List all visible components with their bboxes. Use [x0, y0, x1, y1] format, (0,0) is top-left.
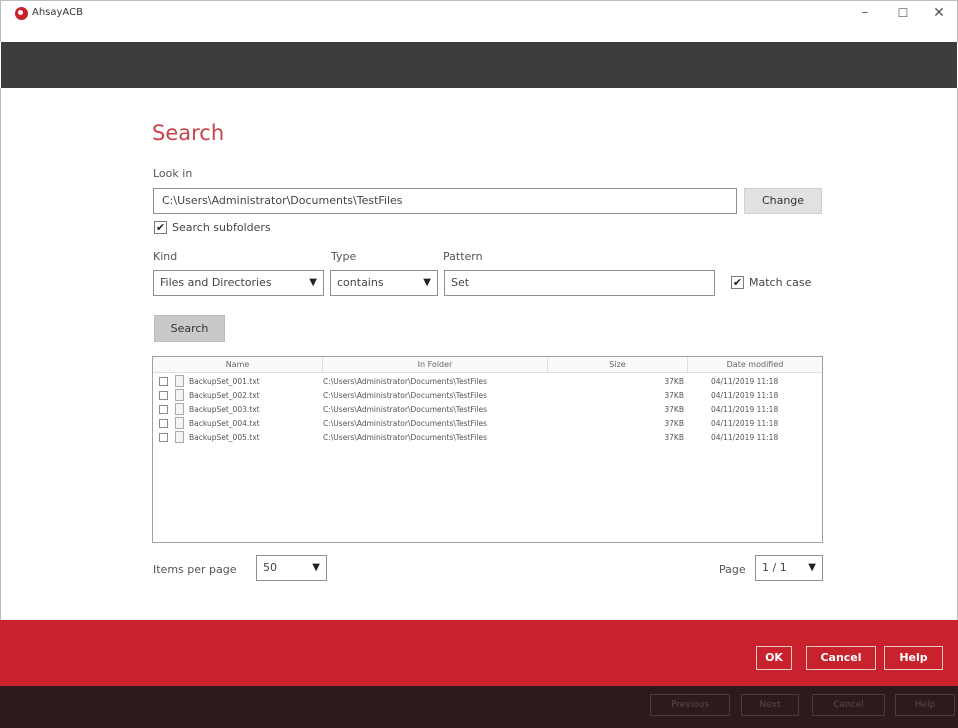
chevron-down-icon: ▼ — [423, 277, 431, 288]
table-row[interactable]: BackupSet_004.txt C:\Users\Administrator… — [153, 417, 822, 431]
items-per-page-label: Items per page — [153, 563, 237, 576]
type-select[interactable]: contains ▼ — [330, 270, 438, 296]
row-folder: C:\Users\Administrator\Documents\TestFil… — [323, 391, 487, 400]
row-name: BackupSet_002.txt — [189, 391, 260, 400]
row-date: 04/11/2019 11:18 — [711, 377, 779, 386]
search-subfolders-label: Search subfolders — [172, 221, 271, 234]
page-select-value: 1 / 1 — [762, 561, 787, 574]
row-size: 37KB — [664, 433, 684, 442]
file-icon — [175, 375, 184, 387]
kind-label: Kind — [153, 250, 178, 263]
file-icon — [175, 431, 184, 443]
chevron-down-icon: ▼ — [808, 562, 816, 573]
pattern-label: Pattern — [443, 250, 483, 263]
row-name: BackupSet_003.txt — [189, 405, 260, 414]
background-help-button-disabled: Help — [895, 694, 955, 716]
column-header-folder[interactable]: In Folder — [323, 357, 548, 373]
row-size: 37KB — [664, 391, 684, 400]
ok-button[interactable]: OK — [756, 646, 792, 670]
results-table: Name In Folder Size Date modified Backup… — [152, 356, 823, 543]
minimize-button[interactable]: – — [850, 3, 880, 23]
pattern-input[interactable]: Set — [444, 270, 715, 296]
items-per-page-value: 50 — [263, 561, 277, 574]
search-button[interactable]: Search — [154, 315, 225, 342]
row-date: 04/11/2019 11:18 — [711, 391, 779, 400]
look-in-label: Look in — [153, 167, 193, 180]
change-button[interactable]: Change — [744, 188, 822, 214]
row-folder: C:\Users\Administrator\Documents\TestFil… — [323, 433, 487, 442]
row-name: BackupSet_005.txt — [189, 433, 260, 442]
search-dialog: Search Look in C:\Users\Administrator\Do… — [0, 88, 958, 620]
row-date: 04/11/2019 11:18 — [711, 433, 779, 442]
table-row[interactable]: BackupSet_003.txt C:\Users\Administrator… — [153, 403, 822, 417]
window-title: AhsayACB — [32, 7, 83, 18]
match-case-checkbox[interactable]: ✔ — [731, 276, 744, 289]
file-icon — [175, 403, 184, 415]
row-checkbox[interactable] — [159, 419, 168, 428]
table-row[interactable]: BackupSet_005.txt C:\Users\Administrator… — [153, 431, 822, 445]
table-row[interactable]: BackupSet_002.txt C:\Users\Administrator… — [153, 389, 822, 403]
type-label: Type — [331, 250, 357, 263]
kind-select[interactable]: Files and Directories ▼ — [153, 270, 324, 296]
look-in-path-field[interactable]: C:\Users\Administrator\Documents\TestFil… — [153, 188, 737, 214]
row-size: 37KB — [664, 419, 684, 428]
previous-button-disabled: Previous — [650, 694, 730, 716]
match-case-label: Match case — [749, 276, 812, 289]
row-folder: C:\Users\Administrator\Documents\TestFil… — [323, 405, 487, 414]
cancel-button[interactable]: Cancel — [806, 646, 876, 670]
items-per-page-select[interactable]: 50 ▼ — [256, 555, 327, 581]
column-header-date[interactable]: Date modified — [688, 357, 822, 373]
column-header-name[interactable]: Name — [153, 357, 323, 373]
next-button-disabled: Next — [741, 694, 799, 716]
row-size: 37KB — [664, 405, 684, 414]
chevron-down-icon: ▼ — [312, 562, 320, 573]
file-icon — [175, 417, 184, 429]
row-date: 04/11/2019 11:18 — [711, 405, 779, 414]
row-folder: C:\Users\Administrator\Documents\TestFil… — [323, 419, 487, 428]
row-folder: C:\Users\Administrator\Documents\TestFil… — [323, 377, 487, 386]
column-header-size[interactable]: Size — [548, 357, 688, 373]
row-checkbox[interactable] — [159, 391, 168, 400]
maximize-button[interactable]: ☐ — [888, 3, 918, 23]
type-select-value: contains — [337, 276, 384, 289]
row-name: BackupSet_004.txt — [189, 419, 260, 428]
row-checkbox[interactable] — [159, 377, 168, 386]
search-subfolders-checkbox[interactable]: ✔ — [154, 221, 167, 234]
window-titlebar: AhsayACB – ☐ ✕ — [0, 0, 958, 42]
kind-select-value: Files and Directories — [160, 276, 272, 289]
page-select[interactable]: 1 / 1 ▼ — [755, 555, 823, 581]
close-button[interactable]: ✕ — [924, 3, 954, 23]
chevron-down-icon: ▼ — [309, 277, 317, 288]
row-checkbox[interactable] — [159, 433, 168, 442]
background-cancel-button-disabled: Cancel — [812, 694, 885, 716]
page-label: Page — [719, 563, 746, 576]
row-date: 04/11/2019 11:18 — [711, 419, 779, 428]
row-size: 37KB — [664, 377, 684, 386]
table-row[interactable]: BackupSet_001.txt C:\Users\Administrator… — [153, 375, 822, 389]
ahsay-logo-icon — [15, 7, 28, 20]
table-header: Name In Folder Size Date modified — [153, 357, 822, 373]
help-button[interactable]: Help — [884, 646, 943, 670]
row-name: BackupSet_001.txt — [189, 377, 260, 386]
page-title: Search — [152, 121, 225, 145]
row-checkbox[interactable] — [159, 405, 168, 414]
file-icon — [175, 389, 184, 401]
header-bar — [1, 42, 957, 88]
